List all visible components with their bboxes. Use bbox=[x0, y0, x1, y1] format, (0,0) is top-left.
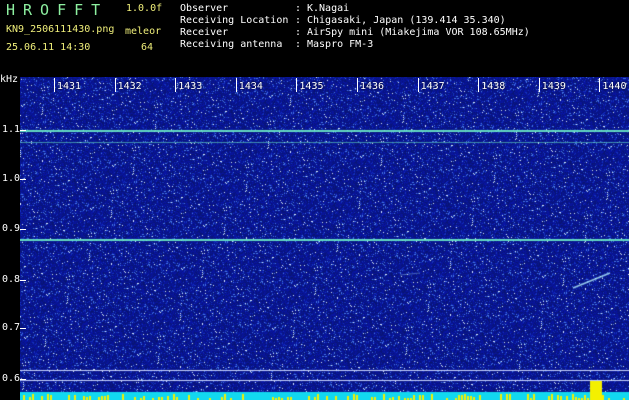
x-tick-label: 1434 bbox=[238, 81, 263, 92]
y-axis-unit: kHz bbox=[0, 74, 19, 85]
app-title: HROFFT bbox=[6, 1, 109, 19]
info-receiver: Receiver: AirSpy mini (Miakejima VOR 108.… bbox=[180, 27, 530, 38]
x-tick-label: 1431 bbox=[57, 81, 82, 92]
x-tick-label: 1438 bbox=[481, 81, 506, 92]
x-tick bbox=[599, 78, 601, 92]
date-time: 25.06.11 14:30 bbox=[6, 42, 91, 53]
x-tick-label: 1436 bbox=[360, 81, 385, 92]
info-location: Receiving Location: Chigasaki, Japan (139… bbox=[180, 15, 506, 26]
y-tick-label: 1.1 bbox=[2, 124, 21, 135]
y-tick-label: 0.9 bbox=[2, 223, 21, 234]
x-tick-label: 1433 bbox=[178, 81, 203, 92]
x-tick bbox=[538, 78, 540, 92]
x-tick-label: 1437 bbox=[420, 81, 445, 92]
mode-label: meleor bbox=[125, 26, 162, 37]
file-name: KN9_2506111430.png bbox=[6, 24, 115, 35]
y-tick bbox=[20, 130, 26, 131]
y-tick bbox=[20, 328, 26, 329]
spectrogram-plot bbox=[20, 77, 629, 400]
y-tick bbox=[20, 379, 26, 380]
y-tick-label: 0.8 bbox=[2, 274, 21, 285]
header-panel: HROFFT 1.0.0f KN9_2506111430.png meleor … bbox=[0, 0, 629, 77]
info-observer: Observer: K.Nagai bbox=[180, 3, 350, 14]
count-value: 64 bbox=[141, 42, 154, 53]
info-antenna: Receiving antenna: Maspro FM-3 bbox=[180, 39, 374, 50]
y-tick bbox=[20, 280, 26, 281]
x-tick bbox=[417, 78, 419, 92]
y-tick-label: 0.6 bbox=[2, 373, 21, 384]
x-tick-label: 1435 bbox=[299, 81, 324, 92]
spectrogram-canvas bbox=[20, 77, 629, 400]
x-tick bbox=[235, 78, 237, 92]
y-tick-label: 0.7 bbox=[2, 322, 21, 333]
x-tick-label: 1440 bbox=[602, 81, 627, 92]
x-tick bbox=[114, 78, 116, 92]
x-tick bbox=[296, 78, 298, 92]
y-tick-label: 1.0 bbox=[2, 173, 21, 184]
x-tick bbox=[54, 78, 55, 92]
y-tick bbox=[20, 229, 26, 230]
x-tick bbox=[175, 78, 177, 92]
x-tick bbox=[357, 78, 358, 92]
x-tick-label: 1432 bbox=[117, 81, 142, 92]
x-tick-label: 1439 bbox=[541, 81, 566, 92]
version-label: 1.0.0f bbox=[126, 3, 163, 14]
y-tick bbox=[20, 179, 26, 180]
x-tick bbox=[478, 78, 480, 92]
